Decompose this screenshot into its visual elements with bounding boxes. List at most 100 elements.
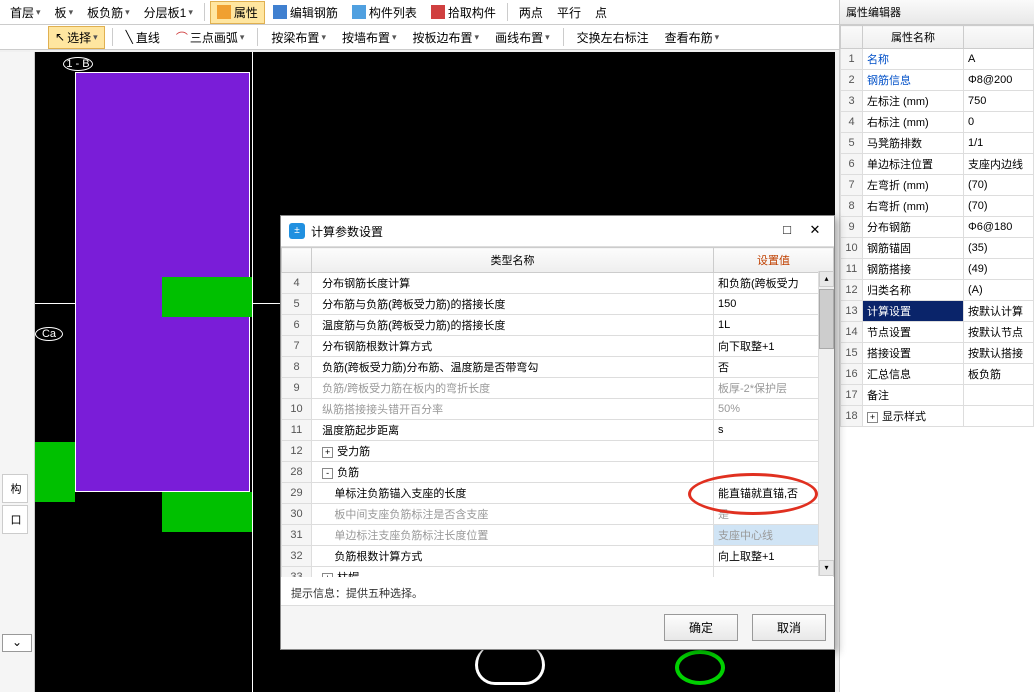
prop-row[interactable]: 17备注 xyxy=(841,385,1034,406)
prop-value[interactable]: A xyxy=(964,49,1034,70)
prop-row[interactable]: 14节点设置按默认节点 xyxy=(841,322,1034,343)
line-button[interactable]: ╲直线 xyxy=(120,27,166,48)
by-wall-button[interactable]: 按墙布置 xyxy=(336,27,403,48)
prop-value[interactable]: 按默认计算 xyxy=(964,301,1034,322)
prop-value[interactable]: (35) xyxy=(964,238,1034,259)
param-value[interactable]: 50% xyxy=(714,399,834,420)
scroll-thumb[interactable] xyxy=(819,289,834,349)
prop-row[interactable]: 12归类名称(A) xyxy=(841,280,1034,301)
maximize-button[interactable]: □ xyxy=(776,222,798,240)
close-button[interactable]: ✕ xyxy=(804,222,826,240)
param-row[interactable]: 29 单标注负筋锚入支座的长度能直锚就直锚,否 xyxy=(282,483,834,504)
param-value[interactable]: 向上取整+1 xyxy=(714,546,834,567)
select-button[interactable]: ↖选择 xyxy=(48,26,105,49)
param-value[interactable]: 支座中心线 xyxy=(714,525,834,546)
component-list-button[interactable]: 构件列表 xyxy=(346,2,423,23)
param-row[interactable]: 4 分布钢筋长度计算和负筋(跨板受力 xyxy=(282,273,834,294)
param-value[interactable]: 板厚-2*保护层 xyxy=(714,378,834,399)
prop-row[interactable]: 9分布钢筋Φ6@180 xyxy=(841,217,1034,238)
ok-button[interactable]: 确定 xyxy=(664,614,738,641)
param-value[interactable]: 150 xyxy=(714,294,834,315)
swap-button[interactable]: 交换左右标注 xyxy=(571,27,655,48)
prop-value[interactable]: (A) xyxy=(964,280,1034,301)
param-value[interactable] xyxy=(714,462,834,483)
dialog-scrollbar[interactable]: ▴ ▾ xyxy=(818,271,834,576)
param-row[interactable]: 33 +柱帽 xyxy=(282,567,834,578)
param-row[interactable]: 5 分布筋与负筋(跨板受力筋)的搭接长度150 xyxy=(282,294,834,315)
edit-rebar-button[interactable]: 编辑钢筋 xyxy=(267,2,344,23)
param-row[interactable]: 6 温度筋与负筋(跨板受力筋)的搭接长度1L xyxy=(282,315,834,336)
param-value[interactable]: 否 xyxy=(714,357,834,378)
param-value[interactable]: 和负筋(跨板受力 xyxy=(714,273,834,294)
cancel-button[interactable]: 取消 xyxy=(752,614,826,641)
prop-row[interactable]: 8右弯折 (mm)(70) xyxy=(841,196,1034,217)
prop-value[interactable]: 按默认搭接 xyxy=(964,343,1034,364)
prop-row[interactable]: 4右标注 (mm)0 xyxy=(841,112,1034,133)
attr-button[interactable]: 属性 xyxy=(210,1,265,24)
param-row[interactable]: 11 温度筋起步距离s xyxy=(282,420,834,441)
parallel-button[interactable]: 平行 xyxy=(551,2,587,23)
prop-row[interactable]: 6单边标注位置支座内边线 xyxy=(841,154,1034,175)
prop-row[interactable]: 2钢筋信息Φ8@200 xyxy=(841,70,1034,91)
scroll-down-button[interactable]: ▾ xyxy=(819,560,834,576)
prop-row[interactable]: 16汇总信息板负筋 xyxy=(841,364,1034,385)
arc-button[interactable]: ⌒三点画弧 xyxy=(170,27,251,48)
prop-value[interactable]: 1/1 xyxy=(964,133,1034,154)
point-button[interactable]: 点 xyxy=(589,2,613,23)
prop-value[interactable]: (70) xyxy=(964,196,1034,217)
prop-row[interactable]: 7左弯折 (mm)(70) xyxy=(841,175,1034,196)
prop-value[interactable] xyxy=(964,385,1034,406)
param-value[interactable]: 是 xyxy=(714,504,834,525)
two-point-button[interactable]: 两点 xyxy=(513,2,549,23)
draw-line-button[interactable]: 画线布置 xyxy=(489,27,556,48)
param-value[interactable] xyxy=(714,567,834,578)
param-row[interactable]: 32 负筋根数计算方式向上取整+1 xyxy=(282,546,834,567)
sidebar-tab-1[interactable]: 构 xyxy=(2,474,28,503)
param-row[interactable]: 31 单边标注支座负筋标注长度位置支座中心线 xyxy=(282,525,834,546)
param-row[interactable]: 9 负筋/跨板受力筋在板内的弯折长度板厚-2*保护层 xyxy=(282,378,834,399)
prop-value[interactable]: 750 xyxy=(964,91,1034,112)
prop-row[interactable]: 1名称A xyxy=(841,49,1034,70)
sidebar-tab-2[interactable]: 口 xyxy=(2,505,28,534)
floor-dropdown[interactable]: 首层 xyxy=(4,2,47,23)
param-value[interactable]: 1L xyxy=(714,315,834,336)
view-button[interactable]: 查看布筋 xyxy=(659,27,726,48)
prop-value[interactable]: Φ8@200 xyxy=(964,70,1034,91)
prop-value[interactable]: Φ6@180 xyxy=(964,217,1034,238)
by-beam-button[interactable]: 按梁布置 xyxy=(265,27,332,48)
prop-row[interactable]: 3左标注 (mm)750 xyxy=(841,91,1034,112)
column-3[interactable] xyxy=(162,492,252,532)
collapse-button[interactable]: ⌄ xyxy=(2,634,32,652)
param-row[interactable]: 12 +受力筋 xyxy=(282,441,834,462)
prop-value[interactable]: 按默认节点 xyxy=(964,322,1034,343)
prop-row[interactable]: 10钢筋锚固(35) xyxy=(841,238,1034,259)
prop-value[interactable]: (70) xyxy=(964,175,1034,196)
column-2[interactable] xyxy=(35,442,75,502)
param-row[interactable]: 28 -负筋 xyxy=(282,462,834,483)
neg-dropdown[interactable]: 板负筋 xyxy=(81,2,136,23)
prop-value[interactable] xyxy=(964,406,1034,427)
prop-row[interactable]: 11钢筋搭接(49) xyxy=(841,259,1034,280)
prop-value[interactable]: 支座内边线 xyxy=(964,154,1034,175)
dialog-titlebar[interactable]: ± 计算参数设置 □ ✕ xyxy=(281,216,834,247)
prop-value[interactable]: (49) xyxy=(964,259,1034,280)
prop-row[interactable]: 5马凳筋排数1/1 xyxy=(841,133,1034,154)
param-value[interactable]: s xyxy=(714,420,834,441)
prop-value[interactable]: 板负筋 xyxy=(964,364,1034,385)
param-row[interactable]: 10 纵筋搭接接头错开百分率50% xyxy=(282,399,834,420)
layer-dropdown[interactable]: 分层板1 xyxy=(138,2,199,23)
param-row[interactable]: 8 负筋(跨板受力筋)分布筋、温度筋是否带弯勾否 xyxy=(282,357,834,378)
board-dropdown[interactable]: 板 xyxy=(49,2,80,23)
column-1[interactable] xyxy=(162,277,252,317)
scroll-up-button[interactable]: ▴ xyxy=(819,271,834,287)
prop-row[interactable]: 13计算设置按默认计算 xyxy=(841,301,1034,322)
prop-row[interactable]: 18+显示样式 xyxy=(841,406,1034,427)
param-value[interactable]: 向下取整+1 xyxy=(714,336,834,357)
pick-button[interactable]: 拾取构件 xyxy=(425,2,502,23)
by-edge-button[interactable]: 按板边布置 xyxy=(407,27,486,48)
prop-value[interactable]: 0 xyxy=(964,112,1034,133)
param-row[interactable]: 30 板中间支座负筋标注是否含支座是 xyxy=(282,504,834,525)
param-row[interactable]: 7 分布钢筋根数计算方式向下取整+1 xyxy=(282,336,834,357)
prop-row[interactable]: 15搭接设置按默认搭接 xyxy=(841,343,1034,364)
param-value[interactable] xyxy=(714,441,834,462)
